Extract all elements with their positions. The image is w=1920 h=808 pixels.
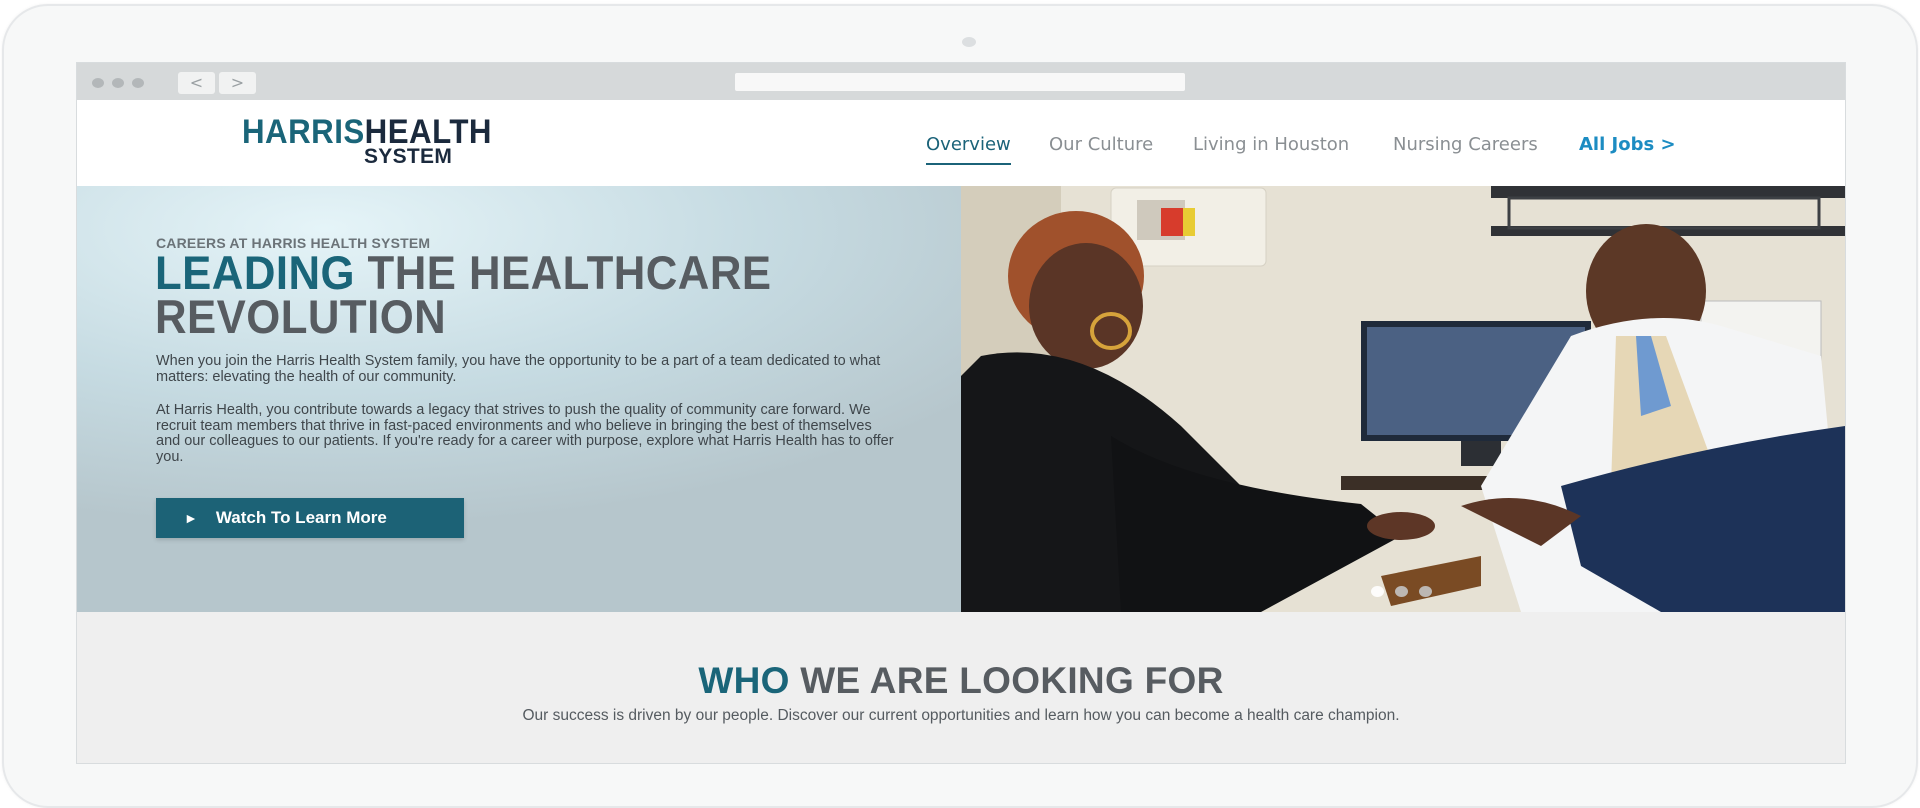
hero-photo-illustration (961, 186, 1845, 612)
window-zoom-dot[interactable] (132, 78, 144, 88)
nav-nursing-careers[interactable]: Nursing Careers (1393, 134, 1538, 155)
harris-health-logo[interactable]: HARRISHEALTH SYSTEM (242, 113, 514, 167)
who-we-are-section: WHO WE ARE LOOKING FOR Our success is dr… (77, 612, 1845, 763)
browser-window: < > HARRISHEALTH SYSTEM Overview Our Cul… (76, 62, 1846, 764)
carousel-dot-1[interactable] (1371, 586, 1384, 597)
browser-toolbar: < > (77, 63, 1845, 100)
play-icon: ► (184, 510, 198, 526)
carousel-dot-3[interactable] (1419, 586, 1432, 597)
nav-our-culture[interactable]: Our Culture (1049, 134, 1153, 155)
browser-back-button[interactable]: < (178, 72, 215, 94)
hero-headline: LEADING THE HEALTHCARE REVOLUTION (155, 249, 862, 340)
hero-photo (961, 186, 1845, 612)
nav-living-in-houston[interactable]: Living in Houston (1193, 134, 1349, 155)
hero-paragraph-2: At Harris Health, you contribute towards… (156, 402, 894, 465)
nav-all-jobs[interactable]: All Jobs > (1579, 134, 1676, 155)
site-header: HARRISHEALTH SYSTEM Overview Our Culture… (77, 100, 1845, 186)
section-title-rest: WE ARE LOOKING FOR (789, 660, 1224, 701)
hero-banner: CAREERS AT HARRIS HEALTH SYSTEM LEADING … (77, 186, 1845, 612)
browser-forward-button[interactable]: > (219, 72, 256, 94)
window-minimize-dot[interactable] (112, 78, 124, 88)
window-close-dot[interactable] (92, 78, 104, 88)
logo-word-health: HEALTH (364, 113, 492, 151)
logo-word-harris: HARRIS (242, 113, 365, 151)
watch-video-button[interactable]: ► Watch To Learn More (156, 498, 464, 538)
carousel-dots (1371, 584, 1443, 602)
watch-video-label: Watch To Learn More (215, 508, 387, 527)
hero-paragraph-1: When you join the Harris Health System f… (156, 353, 881, 385)
carousel-dot-2[interactable] (1395, 586, 1408, 597)
hero-text-panel: CAREERS AT HARRIS HEALTH SYSTEM LEADING … (77, 186, 961, 612)
section-title: WHO WE ARE LOOKING FOR (77, 660, 1845, 702)
section-subtitle: Our success is driven by our people. Dis… (522, 707, 1400, 724)
address-bar[interactable] (735, 73, 1185, 91)
camera-dot (962, 37, 976, 47)
section-title-accent: WHO (698, 660, 790, 701)
nav-overview[interactable]: Overview (926, 134, 1011, 165)
